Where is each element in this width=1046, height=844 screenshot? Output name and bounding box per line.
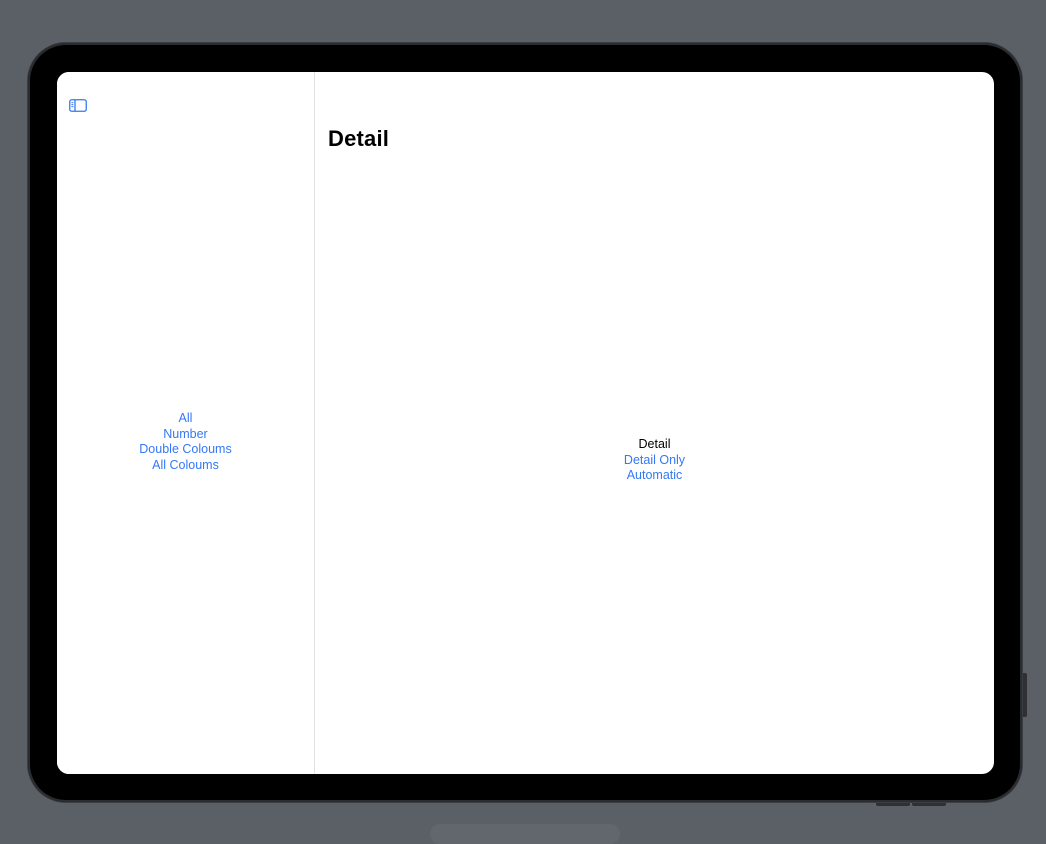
app-screen: All Number Double Coloums All Coloums De… <box>57 72 994 774</box>
sidebar: All Number Double Coloums All Coloums <box>57 72 315 774</box>
device-volume-up-button <box>876 803 910 806</box>
sidebar-item-number[interactable]: Number <box>57 427 314 443</box>
sidebar-left-icon[interactable] <box>69 99 87 112</box>
sidebar-column-options: All Number Double Coloums All Coloums <box>57 411 314 473</box>
detail-current-label: Detail <box>638 437 671 451</box>
detail-only-button[interactable]: Detail Only <box>315 453 994 469</box>
home-indicator <box>430 824 620 844</box>
detail-options: Detail Detail Only Automatic <box>315 437 994 484</box>
device-volume-down-button <box>912 803 946 806</box>
page-title: Detail <box>328 126 390 151</box>
device-side-button <box>1023 673 1027 717</box>
automatic-button[interactable]: Automatic <box>315 468 994 484</box>
detail-pane: Detail Detail Detail Only Automatic <box>315 72 994 774</box>
sidebar-item-double-coloums[interactable]: Double Coloums <box>57 442 314 458</box>
sidebar-item-all-coloums[interactable]: All Coloums <box>57 458 314 474</box>
sidebar-item-all[interactable]: All <box>57 411 314 427</box>
